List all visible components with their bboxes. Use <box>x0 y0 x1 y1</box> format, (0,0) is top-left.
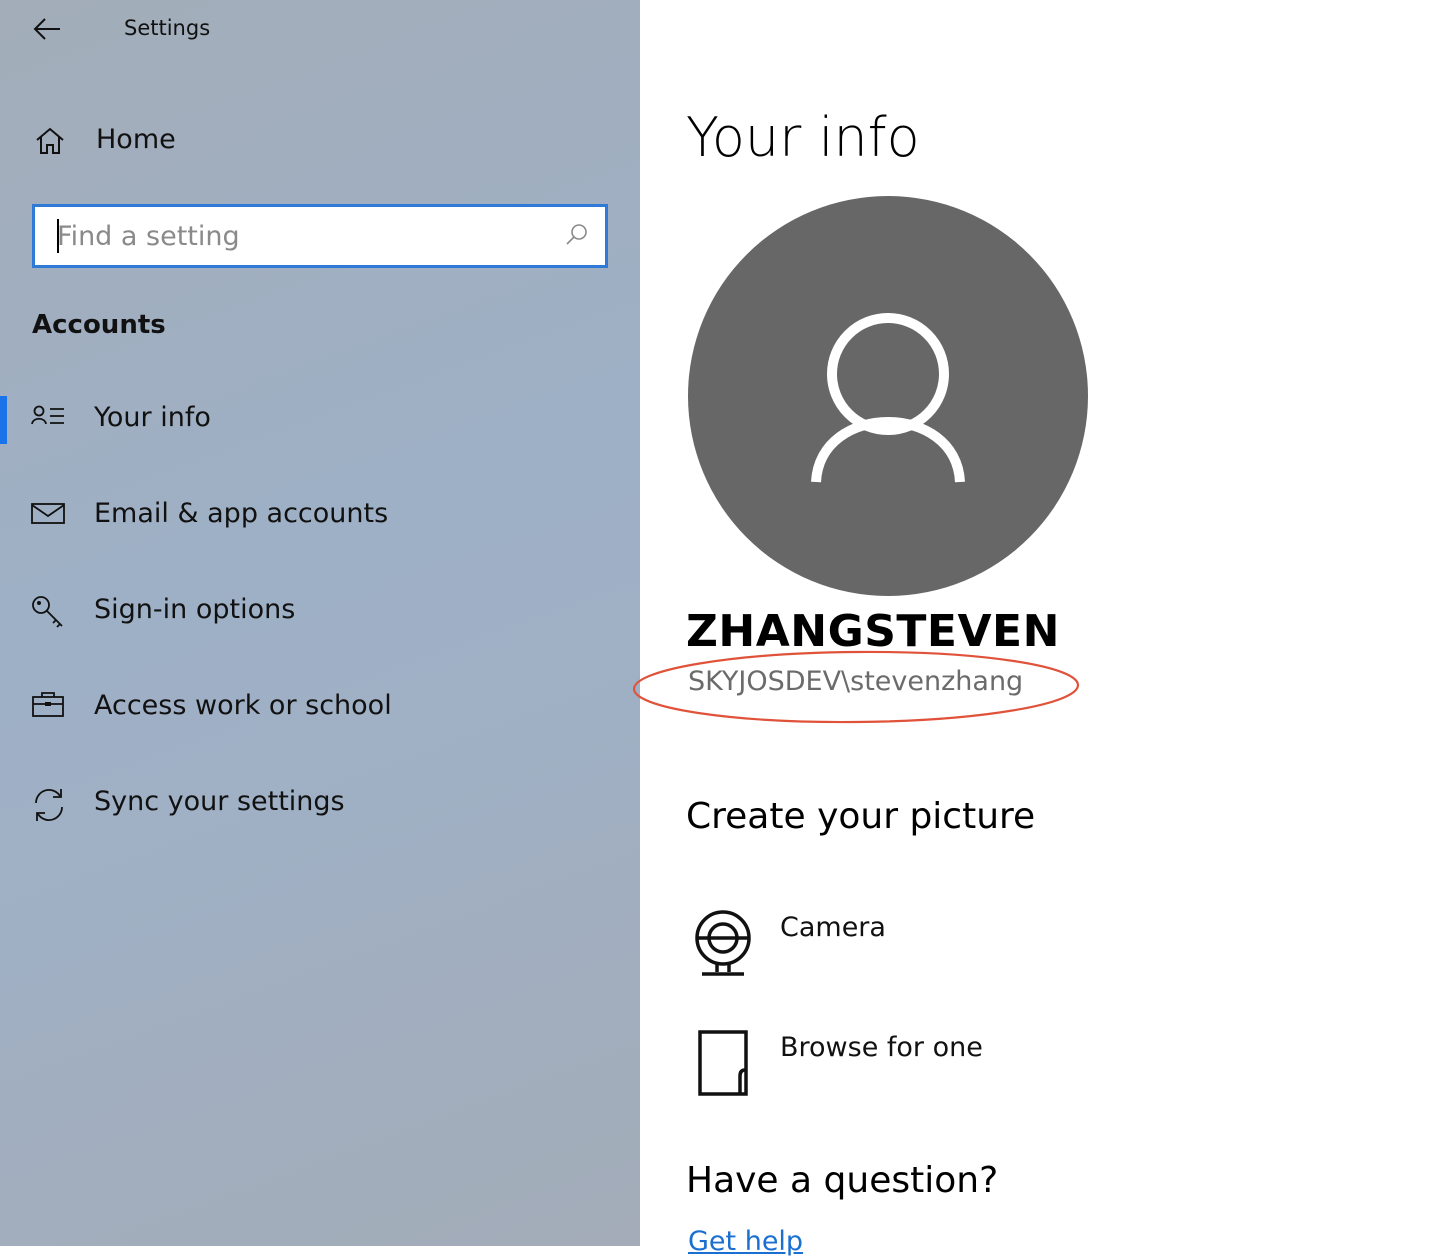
accounts-section-title: Accounts <box>32 310 166 340</box>
sidebar-item-label: Sync your settings <box>94 786 345 817</box>
search-box[interactable] <box>32 204 608 268</box>
page-title: Your info <box>686 106 920 169</box>
browse-file-icon <box>690 1028 754 1104</box>
sidebar-item-label: Email & app accounts <box>94 498 389 529</box>
get-help-link[interactable]: Get help <box>688 1226 803 1257</box>
briefcase-icon <box>30 690 66 724</box>
sidebar-item-your-info[interactable]: Your info <box>0 392 600 448</box>
sync-icon <box>30 786 68 828</box>
camera-option[interactable]: Camera <box>690 908 1190 988</box>
sidebar-item-access-work-school[interactable]: Access work or school <box>0 680 600 736</box>
sidebar-item-label: Sign-in options <box>94 594 296 625</box>
back-button[interactable] <box>30 14 66 44</box>
browse-option[interactable]: Browse for one <box>690 1028 1190 1108</box>
key-icon <box>30 594 68 636</box>
home-nav-item[interactable]: Home <box>30 118 590 166</box>
sidebar-item-email-app-accounts[interactable]: Email & app accounts <box>0 488 600 544</box>
sidebar-item-label: Your info <box>94 402 211 433</box>
home-icon <box>34 126 66 160</box>
browse-option-label: Browse for one <box>780 1032 983 1063</box>
window-title: Settings <box>124 16 211 40</box>
sidebar-item-sync-settings[interactable]: Sync your settings <box>0 776 600 832</box>
text-cursor <box>57 219 59 253</box>
contact-list-icon <box>30 402 66 436</box>
sidebar-item-label: Access work or school <box>94 690 392 721</box>
user-silhouette-icon <box>811 313 965 483</box>
question-heading: Have a question? <box>686 1160 999 1201</box>
settings-sidebar: Settings Home Accounts Your inf <box>0 0 640 1246</box>
sidebar-item-sign-in-options[interactable]: Sign-in options <box>0 584 600 640</box>
mail-icon <box>30 498 66 532</box>
camera-option-label: Camera <box>780 912 886 943</box>
search-input[interactable] <box>57 207 557 265</box>
search-icon[interactable] <box>563 221 591 253</box>
home-label: Home <box>96 124 176 155</box>
webcam-icon <box>690 908 754 984</box>
create-picture-heading: Create your picture <box>686 796 1036 837</box>
back-arrow-icon <box>33 18 60 40</box>
annotation-ellipse <box>632 650 1080 724</box>
avatar <box>688 196 1088 596</box>
